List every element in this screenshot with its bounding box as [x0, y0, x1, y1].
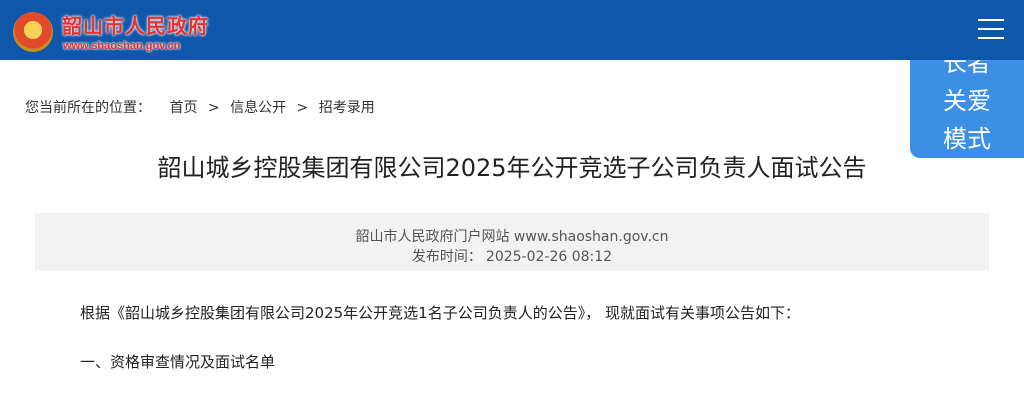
breadcrumb-home-link[interactable]: 首页 — [169, 100, 197, 116]
article-source: 韶山市人民政府门户网站 www.shaoshan.gov.cn — [355, 229, 669, 245]
elder-care-mode-button[interactable]: 长者 关爱 模式 — [910, 60, 1024, 158]
site-header: ★ 韶山市人民政府 www.shaoshan.gov.cn — [0, 0, 1024, 60]
breadcrumb-recruitment-link[interactable]: 招考录用 — [319, 100, 375, 116]
breadcrumb-info-public-link[interactable]: 信息公开 — [230, 100, 286, 116]
star-icon: ★ — [25, 19, 38, 35]
breadcrumb-separator: > — [296, 100, 309, 116]
article-meta: 韶山市人民政府门户网站 www.shaoshan.gov.cn 发布时间： 202… — [35, 213, 989, 271]
site-url[interactable]: www.shaoshan.gov.cn — [63, 40, 180, 52]
menu-bar — [978, 28, 1004, 30]
article-date-line: 发布时间： 2025-02-26 08:12 — [35, 246, 989, 266]
site-name[interactable]: 韶山市人民政府 — [62, 10, 209, 39]
care-mode-line1: 长者 — [943, 60, 991, 77]
breadcrumb-label: 您当前所在的位置： — [25, 100, 151, 116]
national-emblem-icon[interactable]: ★ — [13, 12, 53, 52]
article-title: 韶山城乡控股集团有限公司2025年公开竞选子公司负责人面试公告 — [157, 154, 867, 182]
breadcrumb-separator: > — [207, 100, 220, 116]
menu-bar — [978, 37, 1004, 39]
care-mode-line2: 关爱 — [943, 87, 991, 115]
breadcrumb: 您当前所在的位置： 首页 > 信息公开 > 招考录用 — [25, 97, 375, 117]
article-date-label: 发布时间： — [411, 249, 482, 265]
article-section-heading: 一、资格审查情况及面试名单 — [80, 353, 276, 371]
article-date: 2025-02-26 08:12 — [485, 249, 613, 265]
hamburger-menu-icon[interactable] — [978, 19, 1004, 41]
article-paragraph: 根据《韶山城乡控股集团有限公司2025年公开竞选1名子公司负责人的公告》， 现就… — [80, 304, 800, 322]
menu-bar — [978, 19, 1004, 21]
